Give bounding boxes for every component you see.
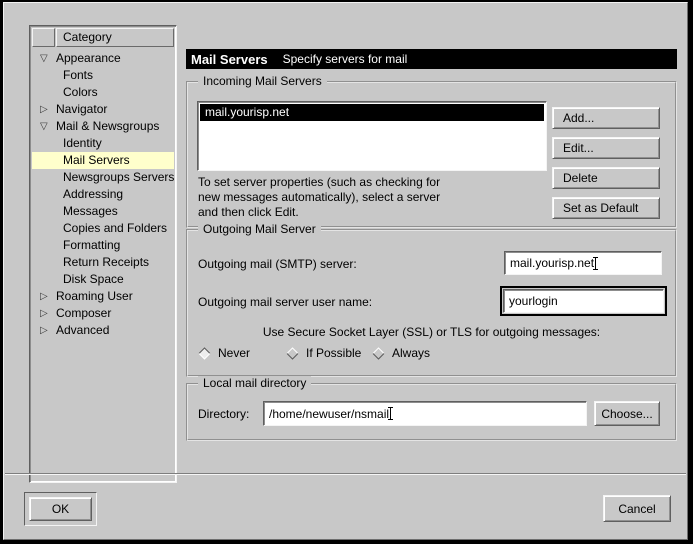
- directory-label: Directory:: [198, 407, 249, 421]
- tree-header-category: Category: [56, 28, 174, 47]
- sidebar-item-label: Return Receipts: [63, 254, 149, 271]
- ssl-always-radio[interactable]: Always: [372, 345, 430, 361]
- sidebar-item-label: Navigator: [56, 101, 107, 118]
- smtp-username-value: yourlogin: [509, 294, 558, 308]
- sidebar-item-mail-servers[interactable]: Mail Servers: [32, 152, 174, 169]
- tree-header: Category: [32, 28, 174, 47]
- sidebar-item-navigator[interactable]: ▷ Navigator: [32, 101, 174, 118]
- group-label: Outgoing Mail Server: [198, 222, 321, 236]
- preferences-dialog: Category ▽ Appearance Fonts Colors ▷ Nav…: [0, 0, 693, 544]
- sidebar-item-label: Formatting: [63, 237, 120, 254]
- sidebar-item-label: Identity: [63, 135, 102, 152]
- sidebar-item-appearance[interactable]: ▽ Appearance: [32, 50, 174, 67]
- text-cursor-icon: [595, 257, 596, 270]
- choose-button[interactable]: Choose...: [594, 401, 660, 426]
- sidebar-item-label: Messages: [63, 203, 118, 220]
- sidebar-item-addressing[interactable]: Addressing: [32, 186, 174, 203]
- sidebar-item-formatting[interactable]: Formatting: [32, 237, 174, 254]
- directory-input[interactable]: /home/newuser/nsmail: [263, 401, 587, 426]
- ssl-if-possible-radio[interactable]: If Possible: [286, 345, 361, 361]
- outgoing-mail-server-group: Outgoing Mail Server Outgoing mail (SMTP…: [186, 229, 677, 377]
- ok-default-ring: OK: [24, 492, 97, 526]
- list-item[interactable]: mail.yourisp.net: [200, 104, 544, 121]
- ok-button[interactable]: OK: [29, 497, 92, 521]
- category-tree-panel: Category ▽ Appearance Fonts Colors ▷ Nav…: [29, 25, 177, 483]
- smtp-username-label: Outgoing mail server user name:: [198, 295, 372, 309]
- radio-label: Always: [392, 346, 430, 360]
- sidebar-item-label: Disk Space: [63, 271, 124, 288]
- collapsed-triangle-icon[interactable]: ▷: [40, 322, 52, 339]
- add-button[interactable]: Add...: [552, 107, 660, 129]
- group-label: Incoming Mail Servers: [198, 74, 327, 88]
- sidebar-item-label: Addressing: [63, 186, 123, 203]
- sidebar-item-colors[interactable]: Colors: [32, 84, 174, 101]
- dialog-surface: Category ▽ Appearance Fonts Colors ▷ Nav…: [3, 2, 688, 540]
- sidebar-item-label: Fonts: [63, 67, 93, 84]
- directory-value: /home/newuser/nsmail: [269, 407, 389, 421]
- smtp-server-input[interactable]: mail.yourisp.net: [504, 251, 662, 275]
- sidebar-item-label: Colors: [63, 84, 98, 101]
- sidebar-item-identity[interactable]: Identity: [32, 135, 174, 152]
- expanded-triangle-icon[interactable]: ▽: [40, 118, 52, 135]
- radio-selected-diamond-icon: [198, 347, 211, 360]
- sidebar-item-roaming-user[interactable]: ▷ Roaming User: [32, 288, 174, 305]
- sidebar-item-label: Composer: [56, 305, 111, 322]
- page-title-bar: Mail Servers Specify servers for mail: [186, 49, 677, 69]
- footer-separator: [5, 473, 686, 475]
- page-subtitle: Specify servers for mail: [283, 52, 408, 66]
- smtp-username-focus-ring: yourlogin: [500, 286, 667, 316]
- sidebar-item-label: Newsgroups Servers: [63, 169, 174, 186]
- tree-header-blank-cell: [32, 28, 55, 47]
- sidebar-item-fonts[interactable]: Fonts: [32, 67, 174, 84]
- server-properties-help: To set server properties (such as checki…: [198, 175, 440, 220]
- sidebar-item-disk-space[interactable]: Disk Space: [32, 271, 174, 288]
- sidebar-item-messages[interactable]: Messages: [32, 203, 174, 220]
- sidebar-item-label: Advanced: [56, 322, 109, 339]
- sidebar-item-copies-and-folders[interactable]: Copies and Folders: [32, 220, 174, 237]
- incoming-mail-servers-group: Incoming Mail Servers mail.yourisp.net T…: [186, 81, 677, 228]
- collapsed-triangle-icon[interactable]: ▷: [40, 288, 52, 305]
- smtp-username-input[interactable]: yourlogin: [503, 289, 664, 313]
- radio-diamond-icon: [372, 347, 385, 360]
- text-cursor-icon: [390, 407, 391, 420]
- help-line: To set server properties (such as checki…: [198, 175, 440, 190]
- sidebar-item-label: Appearance: [56, 50, 121, 67]
- sidebar-item-label: Mail Servers: [63, 152, 130, 169]
- help-line: and then click Edit.: [198, 205, 440, 220]
- sidebar-item-mail-newsgroups[interactable]: ▽ Mail & Newsgroups: [32, 118, 174, 135]
- sidebar-item-label: Roaming User: [56, 288, 133, 305]
- group-label: Local mail directory: [198, 376, 311, 390]
- smtp-server-label: Outgoing mail (SMTP) server:: [198, 257, 357, 271]
- tree-rows: ▽ Appearance Fonts Colors ▷ Navigator ▽ …: [32, 50, 174, 480]
- expanded-triangle-icon[interactable]: ▽: [40, 50, 52, 67]
- ssl-tls-label: Use Secure Socket Layer (SSL) or TLS for…: [188, 325, 675, 339]
- sidebar-item-return-receipts[interactable]: Return Receipts: [32, 254, 174, 271]
- sidebar-item-composer[interactable]: ▷ Composer: [32, 305, 174, 322]
- edit-button[interactable]: Edit...: [552, 137, 660, 159]
- incoming-servers-list[interactable]: mail.yourisp.net: [197, 101, 547, 171]
- help-line: new messages automatically), select a se…: [198, 190, 440, 205]
- sidebar-item-advanced[interactable]: ▷ Advanced: [32, 322, 174, 339]
- smtp-server-value: mail.yourisp.net: [510, 256, 594, 270]
- set-as-default-button[interactable]: Set as Default: [552, 197, 660, 219]
- ssl-never-radio[interactable]: Never: [198, 345, 250, 361]
- radio-diamond-icon: [286, 347, 299, 360]
- collapsed-triangle-icon[interactable]: ▷: [40, 101, 52, 118]
- collapsed-triangle-icon[interactable]: ▷: [40, 305, 52, 322]
- cancel-button[interactable]: Cancel: [603, 495, 671, 522]
- sidebar-item-newsgroups-servers[interactable]: Newsgroups Servers: [32, 169, 174, 186]
- local-mail-directory-group: Local mail directory Directory: /home/ne…: [186, 383, 677, 441]
- radio-label: Never: [218, 346, 250, 360]
- page-title: Mail Servers: [191, 52, 268, 67]
- radio-label: If Possible: [306, 346, 361, 360]
- delete-button[interactable]: Delete: [552, 167, 660, 189]
- sidebar-item-label: Mail & Newsgroups: [56, 118, 159, 135]
- sidebar-item-label: Copies and Folders: [63, 220, 167, 237]
